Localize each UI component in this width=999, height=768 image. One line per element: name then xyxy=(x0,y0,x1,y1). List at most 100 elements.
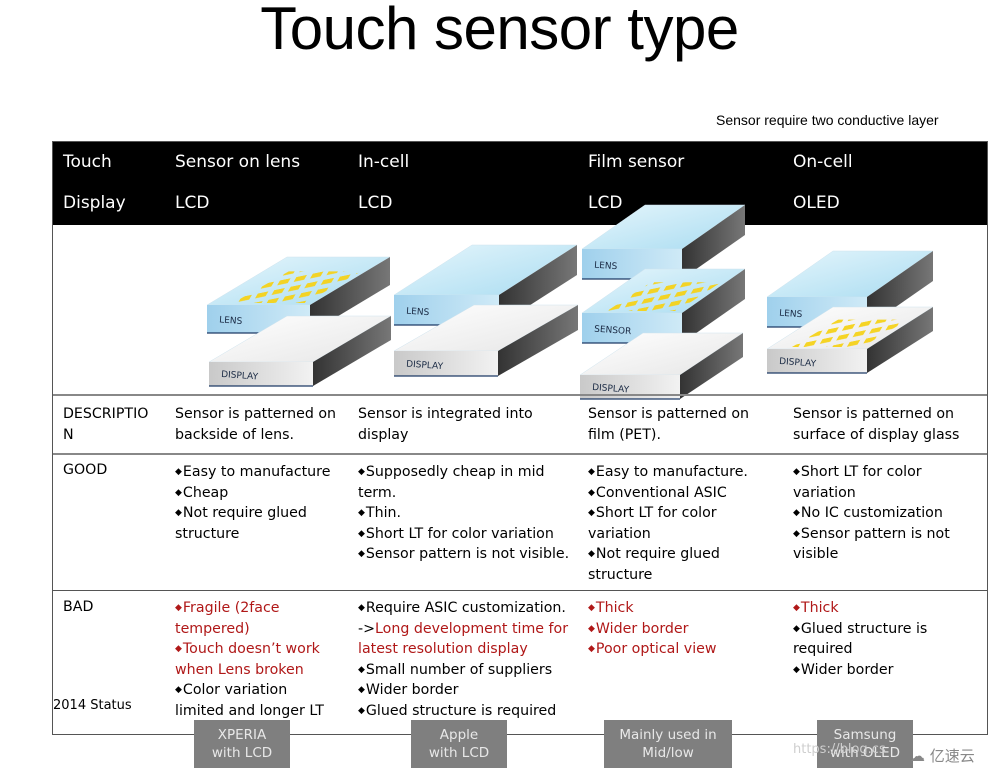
diamond-bullet-icon: ◆ xyxy=(175,487,182,498)
diamond-bullet-icon: ◆ xyxy=(793,623,800,634)
description-line: display xyxy=(358,426,409,443)
good-film-sensor: ◆Easy to manufacture. ◆Conventional ASIC ◆… xyxy=(588,462,748,585)
conductive-layer-note: Sensor require two conductive layer xyxy=(716,112,939,128)
list-item-text: when Lens broken xyxy=(175,661,304,678)
list-item-text: Conventional ASIC xyxy=(595,484,727,501)
list-item-text: Wider border xyxy=(365,682,459,698)
list-item: ◆Thick xyxy=(793,598,927,619)
list-item: ◆Thin. xyxy=(358,503,569,524)
list-item: structure xyxy=(588,565,748,586)
list-item: when Lens broken xyxy=(175,660,324,681)
list-item: ◆Easy to manufacture. xyxy=(588,462,748,483)
list-item-text: limited and longer LT xyxy=(175,702,324,719)
list-item: ◆Thick xyxy=(588,598,716,619)
diagram-sensor-on-lens-lens-label: LENS xyxy=(219,315,243,327)
row-label-description: DESCRIPTIO N xyxy=(63,404,148,445)
diamond-bullet-icon: ◆ xyxy=(358,664,365,675)
list-item: ◆Color variation xyxy=(175,680,324,701)
diamond-bullet-icon: ◆ xyxy=(175,644,182,654)
list-item: tempered) xyxy=(175,619,324,640)
list-item-text: Easy to manufacture xyxy=(182,464,331,480)
list-item: ◆Require ASIC customization. xyxy=(358,598,568,619)
bad-in-cell: ◆Require ASIC customization. ->Long deve… xyxy=(358,598,568,721)
status-tag-line: XPERIA xyxy=(217,727,267,743)
good-in-cell: ◆Supposedly cheap in mid term. ◆Thin. ◆Shor… xyxy=(358,462,569,565)
cloud-logo-icon: ☁ xyxy=(910,747,925,765)
list-item: ◆Short LT for color xyxy=(588,503,748,524)
list-item-text: No IC customization xyxy=(800,505,943,521)
list-item-text: structure xyxy=(175,525,240,542)
status-tag-line: Mainly used in xyxy=(619,727,717,743)
row-divider xyxy=(53,453,987,455)
list-item: ◆Glued structure is required xyxy=(358,701,568,722)
list-item-text: Easy to manufacture. xyxy=(595,464,748,480)
header-touch-in-cell: In-cell xyxy=(358,152,410,172)
list-item: required xyxy=(793,639,927,660)
status-tag-xperia: XPERIA with LCD xyxy=(194,720,290,768)
list-item-text: required xyxy=(793,641,853,657)
list-item-text-highlight: Long development time for xyxy=(375,620,569,637)
list-item: ◆Small number of suppliers xyxy=(358,660,568,681)
list-item-text: Wider border xyxy=(800,661,894,678)
list-item: ◆Glued structure is xyxy=(793,619,927,640)
description-line: film (PET). xyxy=(588,426,661,443)
description-on-cell: Sensor is patterned on surface of displa… xyxy=(793,404,959,445)
list-item: ◆Easy to manufacture xyxy=(175,462,330,483)
diamond-bullet-icon: ◆ xyxy=(793,664,800,675)
list-item-text: Thick xyxy=(595,600,634,616)
list-item-text: Thin. xyxy=(365,505,402,521)
list-item: ◆Poor optical view xyxy=(588,639,716,660)
diagram-film-lens-label: LENS xyxy=(594,261,618,273)
status-tag-line: Mid/low xyxy=(642,745,694,761)
diamond-bullet-icon: ◆ xyxy=(588,508,595,518)
diamond-bullet-icon: ◆ xyxy=(793,508,800,518)
description-in-cell: Sensor is integrated into display xyxy=(358,404,533,445)
list-item-text: -> xyxy=(358,620,376,637)
description-line: surface of display glass xyxy=(793,426,960,443)
description-line: Sensor is patterned on xyxy=(588,406,750,422)
list-item-text: Touch doesn’t work xyxy=(182,641,320,657)
list-item-text: variation xyxy=(793,484,856,501)
list-item: limited and longer LT xyxy=(175,701,324,722)
list-item: ◆Short LT for color xyxy=(793,462,950,483)
header-touch-film-sensor: Film sensor xyxy=(588,152,685,172)
diamond-bullet-icon: ◆ xyxy=(358,685,365,695)
list-item-text: Short LT for color xyxy=(595,505,717,521)
header-touch-label: Touch xyxy=(63,152,112,172)
list-item-text: term. xyxy=(358,484,397,501)
row-divider xyxy=(53,394,987,396)
row-label-good: GOOD xyxy=(63,462,108,478)
status-tag-line: Apple xyxy=(439,727,479,743)
row-divider xyxy=(53,590,987,591)
header-touch-sensor-on-lens: Sensor on lens xyxy=(175,152,301,172)
list-item-text: variation xyxy=(588,525,651,542)
diamond-bullet-icon: ◆ xyxy=(175,467,182,477)
list-item: ◆Wider border xyxy=(588,619,716,640)
list-item-text: Thick xyxy=(800,600,839,616)
diamond-bullet-icon: ◆ xyxy=(358,508,365,518)
list-item: ◆Sensor pattern is not xyxy=(793,524,950,545)
header-display-lcd: LCD xyxy=(588,193,623,213)
list-item: ->Long development time for xyxy=(358,619,568,640)
diamond-bullet-icon: ◆ xyxy=(175,603,182,613)
diamond-bullet-icon: ◆ xyxy=(358,528,365,539)
diagram-on-cell-lens-label: LENS xyxy=(779,309,803,321)
list-item-text: Short LT for color xyxy=(800,464,922,480)
diamond-bullet-icon: ◆ xyxy=(358,549,365,559)
list-item-text: Not require glued xyxy=(182,505,307,521)
row-label-bad: BAD xyxy=(63,599,94,615)
diamond-bullet-icon: ◆ xyxy=(588,603,595,613)
header-touch-on-cell: On-cell xyxy=(793,152,853,172)
list-item: ◆Touch doesn’t work xyxy=(175,639,324,660)
status-tag-line: with LCD xyxy=(428,745,490,761)
list-item-text: Glued structure is required xyxy=(365,702,557,719)
diamond-bullet-icon: ◆ xyxy=(175,508,182,518)
watermark-brand: ☁ 亿速云 xyxy=(910,745,975,766)
list-item: latest resolution display xyxy=(358,639,568,660)
header-display-lcd: LCD xyxy=(358,193,393,213)
list-item: term. xyxy=(358,483,569,504)
bad-on-cell: ◆Thick ◆Glued structure is required ◆Wider … xyxy=(793,598,927,680)
header-display-lcd: LCD xyxy=(175,193,210,213)
list-item: ◆Wider border xyxy=(358,680,568,701)
list-item-text: Color variation xyxy=(182,682,288,698)
